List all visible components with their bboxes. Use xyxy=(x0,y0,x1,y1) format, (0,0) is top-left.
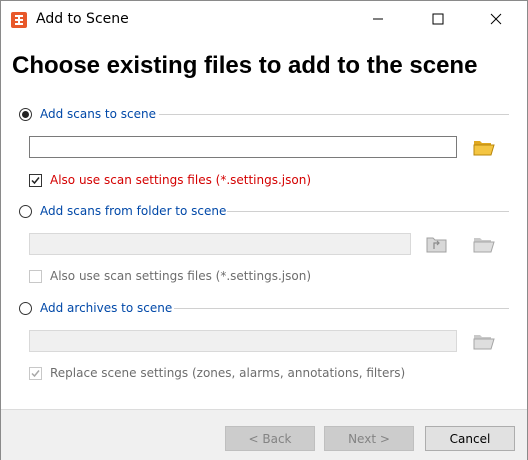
window-title: Add to Scene xyxy=(36,11,129,27)
add-to-scene-dialog: Add to Scene Choose existing files to ad… xyxy=(0,0,528,460)
replace-settings-checkbox-row[interactable]: Replace scene settings (zones, alarms, a… xyxy=(29,365,405,381)
minimize-icon xyxy=(373,18,383,20)
browse-scans-button[interactable] xyxy=(472,136,496,158)
folder-path-input[interactable] xyxy=(29,233,411,255)
close-button[interactable] xyxy=(473,1,519,37)
archives-path-input[interactable] xyxy=(29,330,457,352)
back-button[interactable]: < Back xyxy=(225,426,315,451)
maximize-button[interactable] xyxy=(415,1,461,37)
radio-add-folder[interactable]: Add scans from folder to scene xyxy=(19,203,226,219)
app-logo-icon xyxy=(11,12,27,28)
radio-button[interactable] xyxy=(19,107,32,121)
scans-path-input[interactable] xyxy=(29,136,457,158)
checkbox-replace-settings[interactable] xyxy=(29,366,42,380)
page-heading: Choose existing files to add to the scen… xyxy=(12,52,478,79)
folder-settings-checkbox-row[interactable]: Also use scan settings files (*.settings… xyxy=(29,268,311,284)
radio-add-scans[interactable]: Add scans to scene xyxy=(19,106,156,122)
dialog-footer: < Back Next > Cancel xyxy=(1,409,527,460)
radio-button[interactable] xyxy=(19,204,32,218)
title-bar: Add to Scene xyxy=(1,1,527,37)
radio-label-add-folder: Add scans from folder to scene xyxy=(40,204,227,218)
folder-up-icon xyxy=(426,237,447,253)
section-divider xyxy=(174,308,509,309)
checkmark-icon xyxy=(31,176,40,184)
next-button[interactable]: Next > xyxy=(324,426,414,451)
section-divider xyxy=(227,211,509,212)
checkbox-use-settings[interactable] xyxy=(29,173,42,187)
radio-add-archives[interactable]: Add archives to scene xyxy=(19,300,172,316)
scans-settings-checkbox-row[interactable]: Also use scan settings files (*.settings… xyxy=(29,172,311,188)
checkbox-label-use-settings-folder: Also use scan settings files (*.settings… xyxy=(50,269,312,283)
checkmark-icon xyxy=(31,369,40,377)
minimize-button[interactable] xyxy=(355,1,401,37)
close-icon xyxy=(490,13,502,25)
cancel-button[interactable]: Cancel xyxy=(425,426,515,451)
folder-open-icon xyxy=(473,141,495,156)
maximize-icon xyxy=(432,13,444,25)
folder-open-icon xyxy=(473,335,495,350)
checkbox-label-replace-settings: Replace scene settings (zones, alarms, a… xyxy=(50,366,406,380)
radio-label-add-scans: Add scans to scene xyxy=(40,107,157,121)
folder-open-icon xyxy=(473,238,495,253)
radio-label-add-archives: Add archives to scene xyxy=(40,301,173,315)
parent-folder-button[interactable] xyxy=(425,233,449,255)
browse-folder-button[interactable] xyxy=(472,233,496,255)
radio-button[interactable] xyxy=(19,301,32,315)
section-divider xyxy=(159,114,509,115)
browse-archives-button[interactable] xyxy=(472,330,496,352)
checkbox-use-settings-folder[interactable] xyxy=(29,269,42,283)
checkbox-label-use-settings: Also use scan settings files (*.settings… xyxy=(50,173,312,187)
